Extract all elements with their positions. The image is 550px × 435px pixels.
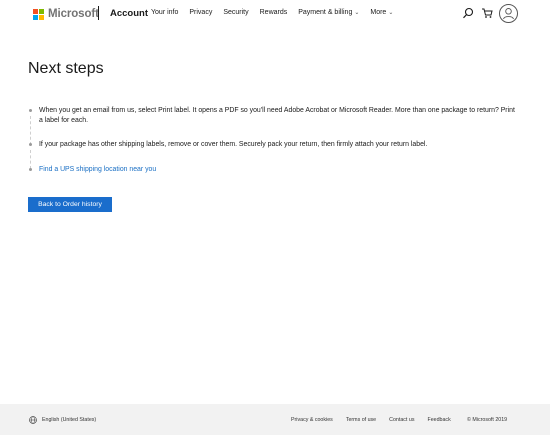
footer-link-terms[interactable]: Terms of use — [346, 417, 376, 423]
account-title[interactable]: Account — [110, 8, 148, 19]
avatar[interactable] — [499, 4, 518, 23]
person-icon — [503, 8, 514, 20]
chevron-down-icon: ⌄ — [354, 10, 360, 16]
main-nav: Your info Privacy Security Rewards Payme… — [151, 9, 404, 16]
step-item: When you get an email from us, select Pr… — [29, 106, 519, 125]
nav-item-privacy[interactable]: Privacy — [189, 9, 212, 16]
back-to-order-history-button[interactable]: Back to Order history — [28, 197, 112, 212]
cart-icon[interactable] — [481, 7, 493, 19]
footer-link-feedback[interactable]: Feedback — [427, 417, 450, 423]
step-text: When you get an email from us, select Pr… — [39, 107, 515, 124]
language-selector[interactable]: English (United States) — [29, 416, 96, 424]
step-bullet-icon — [29, 109, 32, 112]
header-divider — [98, 6, 99, 20]
language-label: English (United States) — [42, 417, 97, 423]
chevron-down-icon: ⌄ — [388, 10, 394, 16]
nav-item-security[interactable]: Security — [223, 9, 248, 16]
step-bullet-icon — [29, 143, 32, 146]
search-icon[interactable] — [462, 7, 474, 19]
nav-item-your-info[interactable]: Your info — [151, 9, 178, 16]
footer-links: Privacy & cookies Terms of use Contact u… — [291, 417, 464, 423]
microsoft-logo-icon — [33, 8, 44, 20]
microsoft-logo[interactable]: Microsoft — [33, 8, 99, 20]
top-header: Microsoft Account Your info Privacy Secu… — [0, 0, 550, 27]
page-title: Next steps — [28, 60, 104, 77]
nav-item-payment-billing[interactable]: Payment & billing ⌄ — [298, 9, 359, 16]
steps-list: When you get an email from us, select Pr… — [29, 106, 519, 174]
step-bullet-icon — [29, 167, 32, 171]
globe-icon — [29, 416, 37, 424]
step-text: If your package has other shipping label… — [39, 141, 428, 148]
footer-link-privacy[interactable]: Privacy & cookies — [291, 417, 333, 423]
step-item: Find a UPS shipping location near you — [29, 165, 519, 175]
footer: English (United States) Privacy & cookie… — [0, 404, 550, 435]
brand-name: Microsoft — [48, 8, 99, 20]
step-item: If your package has other shipping label… — [29, 140, 519, 150]
nav-item-more[interactable]: More ⌄ — [370, 9, 393, 16]
ups-location-link[interactable]: Find a UPS shipping location near you — [39, 166, 156, 173]
footer-link-contact[interactable]: Contact us — [389, 417, 414, 423]
copyright: © Microsoft 2019 — [467, 417, 508, 423]
nav-item-rewards[interactable]: Rewards — [260, 9, 288, 16]
